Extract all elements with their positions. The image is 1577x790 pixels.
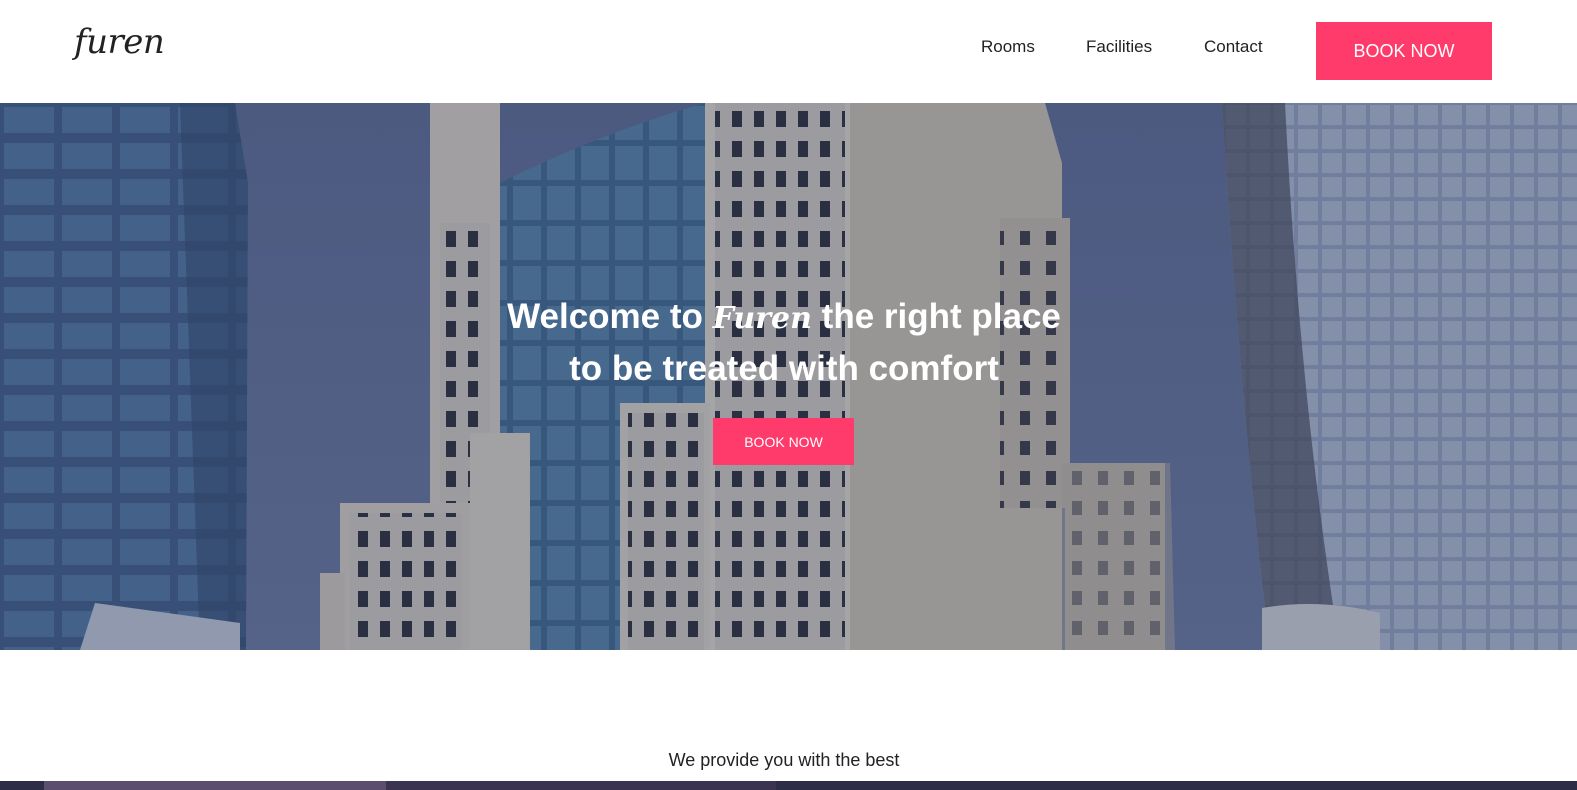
hero-book-now-button[interactable]: BOOK NOW xyxy=(713,418,854,465)
hero-title-prefix: Welcome to xyxy=(507,297,713,336)
logo[interactable]: furen xyxy=(74,22,165,62)
section-images-strip xyxy=(0,781,1577,790)
nav-link-contact[interactable]: Contact xyxy=(1204,37,1263,57)
hero-title: Welcome to Furen the right place to be t… xyxy=(0,292,1568,394)
navbar: furen Rooms Facilities Contact BOOK NOW xyxy=(0,0,1577,103)
hero-title-suffix: the right place xyxy=(811,297,1061,336)
hero-section: Welcome to Furen the right place to be t… xyxy=(0,103,1577,650)
nav-link-facilities[interactable]: Facilities xyxy=(1086,37,1152,57)
section-subtitle: We provide you with the best xyxy=(668,750,900,770)
section-image-2 xyxy=(386,781,776,790)
section-image-1 xyxy=(44,781,386,790)
book-now-button[interactable]: BOOK NOW xyxy=(1316,22,1492,80)
hero-title-line2: to be treated with comfort xyxy=(569,349,999,388)
nav-link-rooms[interactable]: Rooms xyxy=(981,37,1035,57)
hero-title-brand: Furen xyxy=(712,301,812,336)
